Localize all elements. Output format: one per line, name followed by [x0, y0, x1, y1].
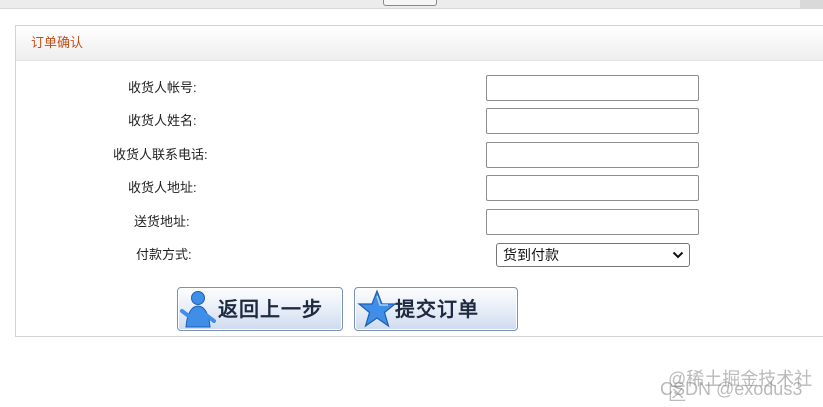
delivery-address-label: 送货地址:	[134, 214, 190, 229]
user-icon	[180, 289, 218, 332]
watermark: @稀土掘金技术社区 CSDN @exodus3	[640, 370, 823, 403]
chevron-down-icon	[672, 244, 684, 274]
address-label: 收货人地址:	[128, 180, 197, 195]
form-row-account: 收货人帐号:	[16, 75, 823, 101]
payment-method-select[interactable]: 货到付款	[496, 243, 690, 267]
account-input[interactable]	[486, 75, 699, 101]
name-label: 收货人姓名:	[128, 113, 197, 128]
form-row-address: 收货人地址:	[16, 175, 823, 201]
watermark-line-2: CSDN @exodus3	[660, 379, 803, 399]
delivery-address-input[interactable]	[486, 209, 699, 235]
payment-label: 付款方式:	[136, 247, 192, 262]
panel-header: 订单确认	[16, 26, 823, 61]
order-confirm-panel: 订单确认 收货人帐号: 收货人姓名: 收货人联系电话: 收货人地址: 送货地址:…	[15, 25, 823, 337]
toolbar-button[interactable]	[383, 0, 437, 6]
phone-input[interactable]	[486, 142, 699, 168]
form-row-phone: 收货人联系电话:	[16, 142, 823, 168]
name-input[interactable]	[486, 108, 699, 134]
phone-label: 收货人联系电话:	[113, 147, 208, 162]
top-toolbar	[0, 0, 823, 9]
star-icon	[357, 289, 397, 332]
back-button[interactable]: 返回上一步	[177, 287, 343, 331]
submit-order-button[interactable]: 提交订单	[354, 287, 518, 331]
submit-order-label: 提交订单	[395, 297, 479, 321]
form-row-payment: 付款方式: 货到付款	[16, 242, 823, 268]
form-row-delivery: 送货地址:	[16, 209, 823, 235]
payment-selected-value: 货到付款	[503, 247, 559, 263]
panel-title: 订单确认	[31, 35, 84, 50]
toolbar-edge	[800, 0, 823, 8]
account-label: 收货人帐号:	[128, 80, 197, 95]
form-row-name: 收货人姓名:	[16, 108, 823, 134]
address-input[interactable]	[486, 175, 699, 201]
back-button-label: 返回上一步	[218, 297, 323, 321]
